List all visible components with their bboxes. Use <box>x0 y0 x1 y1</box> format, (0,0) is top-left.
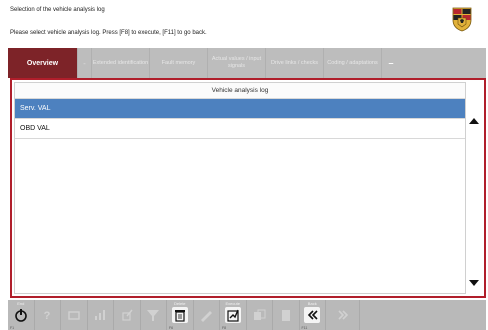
vehicle-analysis-log-list: Vehicle analysis log Serv. VAL OBD VAL <box>14 82 466 294</box>
arrow-down-icon <box>469 280 479 286</box>
back-button-label: Back <box>307 301 317 306</box>
delete-button[interactable]: Delete F6 <box>167 300 194 330</box>
back-button[interactable]: Back F11 <box>300 300 326 330</box>
chart-button[interactable] <box>88 300 114 330</box>
filter-button[interactable] <box>141 300 167 330</box>
list-item[interactable]: Serv. VAL <box>15 99 465 119</box>
execute-icon <box>224 307 241 323</box>
log-panel: Vehicle analysis log Serv. VAL OBD VAL <box>10 78 486 298</box>
tab-separator[interactable]: - <box>78 48 92 78</box>
list-item[interactable]: OBD VAL <box>15 119 465 139</box>
edit-icon <box>122 309 133 321</box>
list-header: Vehicle analysis log <box>15 83 465 99</box>
delete-button-label: Delete <box>173 301 186 306</box>
end-button-label: End <box>17 301 25 306</box>
delete-button-fkey: F6 <box>169 326 174 330</box>
double-chevron-left-icon <box>304 307 321 323</box>
svg-text:?: ? <box>44 310 51 322</box>
execute-button-fkey: F8 <box>222 326 227 330</box>
copy-button[interactable] <box>247 300 273 330</box>
tab-actual-values-input-signals[interactable]: Actual values / input signals <box>208 48 266 78</box>
tab-extended-identification[interactable]: Extended identification <box>92 48 150 78</box>
arrow-up-icon <box>469 118 479 124</box>
display-icon <box>68 311 80 320</box>
execute-button[interactable]: Execute F8 <box>220 300 247 330</box>
edit-button[interactable] <box>114 300 141 330</box>
back-button-fkey: F11 <box>301 326 308 330</box>
execute-button-label: Execute <box>225 301 240 306</box>
document-icon <box>281 310 290 321</box>
tab-overview[interactable]: Overview <box>8 48 78 78</box>
scrollbar[interactable] <box>466 98 482 294</box>
end-button[interactable]: End F1 <box>8 300 35 330</box>
tab-bar: Overview - Extended identification Fault me… <box>8 48 486 78</box>
double-chevron-right-icon <box>337 310 348 320</box>
document-button[interactable] <box>273 300 300 330</box>
tab-separator[interactable]: – <box>382 48 400 78</box>
chart-icon <box>95 310 106 320</box>
page-title: Selection of the vehicle analysis log <box>10 7 105 13</box>
pen-icon <box>201 311 213 322</box>
instruction-text: Please select vehicle analysis log. Pres… <box>10 30 207 36</box>
porsche-logo <box>452 7 472 32</box>
scroll-up-button[interactable] <box>466 112 482 130</box>
scroll-down-button[interactable] <box>466 274 482 292</box>
tab-drive-links-checks[interactable]: Drive links / checks <box>266 48 324 78</box>
power-icon <box>14 309 27 322</box>
help-icon: ? <box>44 310 51 322</box>
display-button[interactable] <box>61 300 88 330</box>
help-button[interactable]: ? <box>35 300 61 330</box>
filter-icon <box>147 310 160 321</box>
tab-fault-memory[interactable]: Fault memory <box>150 48 208 78</box>
pen-button[interactable] <box>194 300 220 330</box>
tab-coding-adaptations[interactable]: Coding / adaptations <box>324 48 382 78</box>
trash-icon <box>171 307 188 323</box>
end-button-fkey: F1 <box>10 326 15 330</box>
copy-icon <box>254 309 266 320</box>
forward-button[interactable] <box>326 300 360 330</box>
function-toolbar: End F1? Delete F6 Execute F8 Back F11 <box>8 300 486 330</box>
